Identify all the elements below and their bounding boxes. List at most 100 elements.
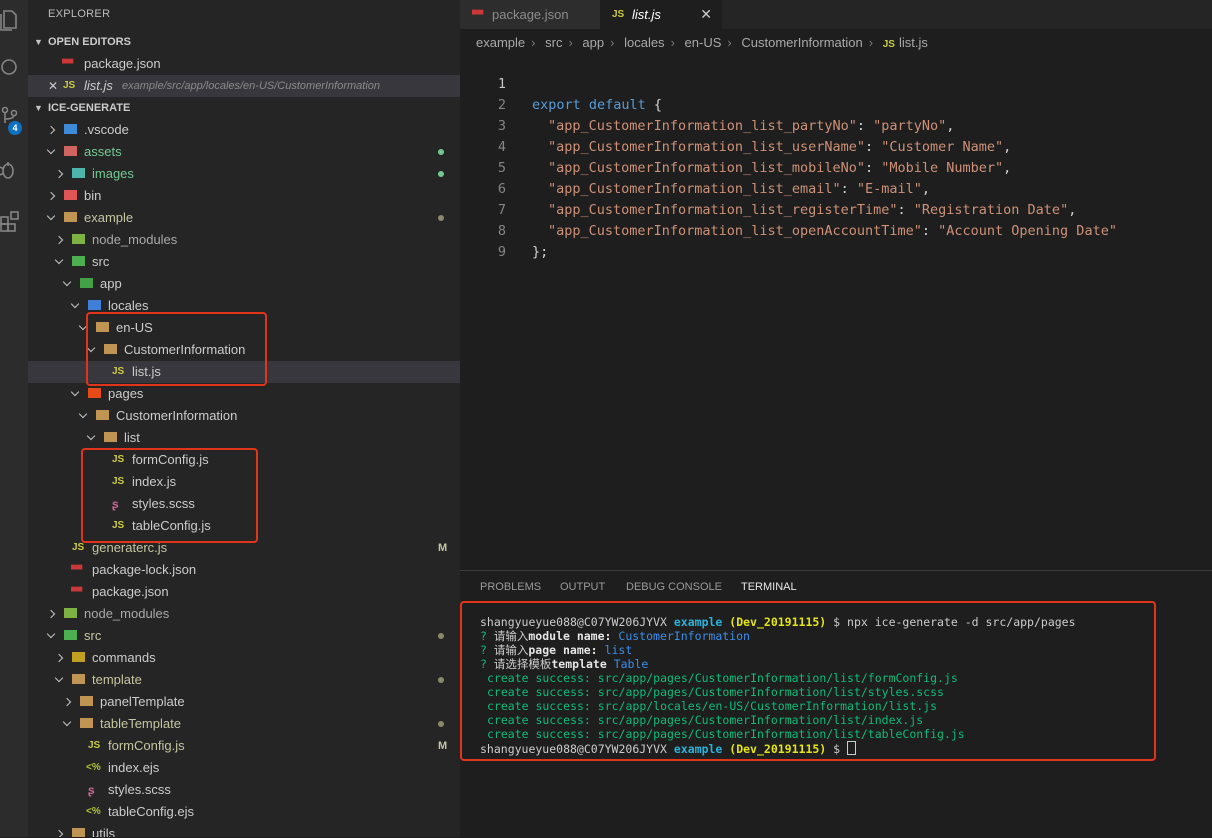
modified-badge: M bbox=[438, 542, 448, 554]
open-editor-label: list.js bbox=[84, 78, 113, 93]
tree-label: package.json bbox=[92, 584, 169, 599]
tab-label: list.js bbox=[632, 7, 661, 22]
tree-item-src[interactable]: src bbox=[28, 251, 460, 273]
tree-item-utils[interactable]: utils bbox=[28, 823, 460, 837]
tree-item-package-lock[interactable]: ▀▀ package-lock.json bbox=[28, 559, 460, 581]
tree-item-assets[interactable]: assets bbox=[28, 141, 460, 163]
tree-item-images[interactable]: images bbox=[28, 163, 460, 185]
tab-terminal[interactable]: TERMINAL bbox=[741, 581, 797, 593]
tree-item-paneltemplate[interactable]: panelTemplate bbox=[28, 691, 460, 713]
src-folder-icon bbox=[72, 255, 86, 269]
breadcrumb-item[interactable]: src bbox=[545, 35, 562, 50]
breadcrumb-item[interactable]: en-US bbox=[685, 35, 722, 50]
tree-item-formconfig-template[interactable]: JS formConfig.js M bbox=[28, 735, 460, 757]
chevron-right-icon bbox=[54, 235, 64, 245]
tree-label: template bbox=[92, 672, 142, 687]
folder-icon bbox=[80, 695, 94, 709]
tree-label: images bbox=[92, 166, 134, 181]
js-icon: JS bbox=[88, 740, 101, 751]
folder-icon bbox=[64, 189, 78, 203]
code-value: "Mobile Number" bbox=[881, 160, 1004, 176]
chevron-down-icon bbox=[78, 409, 88, 419]
tree-label: index.ejs bbox=[108, 760, 160, 775]
close-icon[interactable]: ✕ bbox=[700, 0, 712, 29]
tree-item-commands[interactable]: commands bbox=[28, 647, 460, 669]
folder-icon bbox=[64, 211, 78, 225]
tree-item-customerinformation-pages[interactable]: CustomerInformation bbox=[28, 405, 460, 427]
tree-item-node-modules[interactable]: node_modules bbox=[28, 229, 460, 251]
activity-bar: 4 bbox=[0, 0, 28, 837]
tree-item-pages[interactable]: pages bbox=[28, 383, 460, 405]
files-icon[interactable] bbox=[0, 8, 20, 31]
folder-icon bbox=[72, 673, 86, 687]
tree-item-app[interactable]: app bbox=[28, 273, 460, 295]
ejs-icon: <% bbox=[86, 762, 101, 773]
code-value: "Account Opening Date" bbox=[938, 223, 1117, 239]
tab-debug-console[interactable]: DEBUG CONSOLE bbox=[626, 581, 722, 593]
chevron-down-icon bbox=[70, 299, 80, 309]
code-punctuation: { bbox=[645, 97, 663, 113]
open-editor-item[interactable]: ▀▀ package.json bbox=[28, 53, 460, 75]
tab-problems[interactable]: PROBLEMS bbox=[480, 581, 541, 593]
open-editor-label: package.json bbox=[84, 56, 161, 71]
code-key: "app_CustomerInformation_list_userName" bbox=[548, 139, 865, 155]
chevron-right-icon bbox=[62, 697, 72, 707]
code-key: "app_CustomerInformation_list_partyNo" bbox=[548, 118, 857, 134]
chevron-down-icon bbox=[46, 145, 56, 155]
open-editors-header[interactable]: ▼ OPEN EDITORS bbox=[28, 31, 460, 53]
breadcrumb-item[interactable]: CustomerInformation bbox=[741, 35, 862, 50]
status-dot bbox=[438, 171, 444, 177]
chevron-right-icon bbox=[54, 653, 64, 663]
npm-icon: ▀▀ bbox=[71, 587, 83, 596]
js-icon: JS bbox=[612, 9, 625, 20]
chevron-down-icon bbox=[70, 387, 80, 397]
code-line: 7 "app_CustomerInformation_list_openAcco… bbox=[460, 179, 1117, 239]
highlight-box-terminal bbox=[460, 601, 1156, 761]
open-editor-path: example/src/app/locales/en-US/CustomerIn… bbox=[122, 80, 381, 92]
extensions-icon[interactable] bbox=[0, 208, 20, 232]
explorer-sidebar: EXPLORER ▼ OPEN EDITORS ▀▀ package.json … bbox=[28, 0, 460, 837]
tree-item-tabletemplate[interactable]: tableTemplate bbox=[28, 713, 460, 735]
tree-label: package-lock.json bbox=[92, 562, 197, 577]
tree-label: tableTemplate bbox=[100, 716, 181, 731]
code-line: 1 export default { bbox=[460, 53, 662, 113]
tree-item-package-json[interactable]: ▀▀ package.json bbox=[28, 581, 460, 603]
chevron-right-icon bbox=[46, 125, 56, 135]
tree-item-list-folder[interactable]: list bbox=[28, 427, 460, 449]
project-header[interactable]: ▼ ICE-GENERATE bbox=[28, 97, 460, 119]
node-folder-icon bbox=[64, 607, 78, 621]
tree-item-template[interactable]: template bbox=[28, 669, 460, 691]
tree-item-vscode[interactable]: .vscode bbox=[28, 119, 460, 141]
chevron-right-icon bbox=[54, 169, 64, 179]
tab-package-json[interactable]: ▀▀ package.json bbox=[460, 0, 600, 29]
search-icon[interactable] bbox=[0, 56, 20, 78]
tree-label: formConfig.js bbox=[108, 738, 185, 753]
breadcrumb-item[interactable]: locales bbox=[624, 35, 664, 50]
breadcrumb-item[interactable]: example bbox=[476, 35, 525, 50]
chevron-down-icon: ▼ bbox=[34, 37, 43, 47]
code-keyword: export default bbox=[532, 97, 646, 113]
tree-item-styles-scss-template[interactable]: ʂ styles.scss bbox=[28, 779, 460, 801]
code-value: "E-mail" bbox=[856, 181, 922, 197]
chevron-down-icon bbox=[62, 717, 72, 727]
code-line: 4 "app_CustomerInformation_list_mobileNo… bbox=[460, 116, 1011, 176]
tab-list-js[interactable]: JS list.js ✕ bbox=[600, 0, 722, 29]
chevron-right-icon bbox=[46, 191, 56, 201]
tree-item-node-modules-root[interactable]: node_modules bbox=[28, 603, 460, 625]
project-label: ICE-GENERATE bbox=[48, 102, 131, 114]
breadcrumb-item[interactable]: list.js bbox=[899, 35, 928, 50]
close-icon[interactable]: ✕ bbox=[48, 75, 58, 97]
debug-icon[interactable] bbox=[0, 158, 20, 180]
tree-item-bin[interactable]: bin bbox=[28, 185, 460, 207]
breadcrumb-item[interactable]: app bbox=[582, 35, 604, 50]
tree-item-index-ejs[interactable]: <% index.ejs bbox=[28, 757, 460, 779]
tree-item-example[interactable]: example bbox=[28, 207, 460, 229]
tree-item-tableconfig-ejs[interactable]: <% tableConfig.ejs bbox=[28, 801, 460, 823]
tree-label: app bbox=[100, 276, 122, 291]
tree-item-src-root[interactable]: src bbox=[28, 625, 460, 647]
code-value: "Registration Date" bbox=[913, 202, 1069, 218]
tab-output[interactable]: OUTPUT bbox=[560, 581, 605, 593]
npm-icon: ▀▀ bbox=[71, 565, 83, 574]
code-line: 9 bbox=[460, 221, 506, 260]
open-editor-item-active[interactable]: ✕ JS list.js example/src/app/locales/en-… bbox=[28, 75, 460, 97]
